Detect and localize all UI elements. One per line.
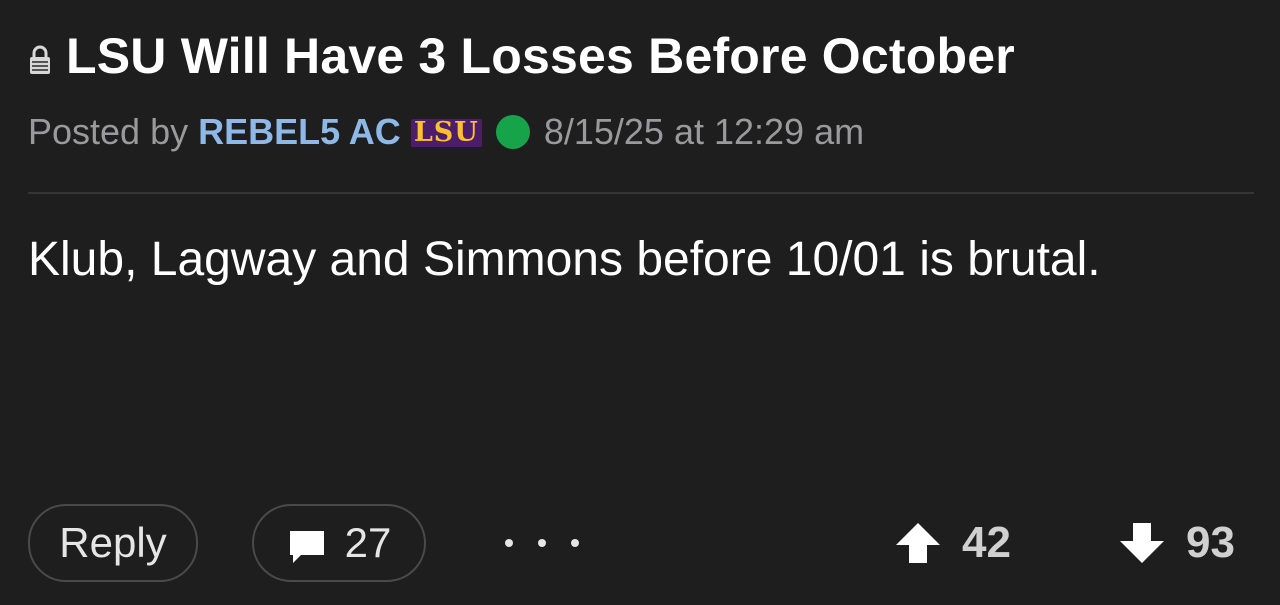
post-meta: Posted by REBEL5 AC LSU 8/15/25 at 12:29… bbox=[28, 108, 864, 156]
arrow-up-icon bbox=[896, 523, 940, 563]
upvote-button[interactable]: 42 bbox=[894, 514, 1011, 572]
comment-icon bbox=[287, 527, 327, 567]
post-card: LSU Will Have 3 Losses Before October Po… bbox=[0, 0, 1280, 605]
reply-button[interactable]: Reply bbox=[28, 504, 198, 582]
post-timestamp: 8/15/25 at 12:29 am bbox=[543, 111, 865, 152]
more-dot-icon bbox=[571, 539, 579, 547]
downvote-count: 93 bbox=[1186, 518, 1235, 567]
more-dot-icon bbox=[538, 539, 546, 547]
team-logo: LSU bbox=[410, 119, 482, 147]
author-username[interactable]: REBEL5 AC bbox=[198, 111, 401, 153]
post-title[interactable]: LSU Will Have 3 Losses Before October bbox=[66, 27, 1015, 85]
comments-button[interactable]: 27 bbox=[252, 504, 426, 582]
arrow-down-icon bbox=[1120, 523, 1164, 563]
divider bbox=[28, 192, 1254, 194]
downvote-button[interactable]: 93 bbox=[1118, 514, 1235, 572]
post-actions: Reply 27 42 93 bbox=[0, 504, 1280, 582]
more-options-button[interactable] bbox=[505, 520, 579, 566]
more-dot-icon bbox=[505, 539, 513, 547]
post-header: LSU Will Have 3 Losses Before October bbox=[28, 28, 1015, 84]
posted-by-label: Posted by bbox=[28, 111, 189, 152]
post-body: Klub, Lagway and Simmons before 10/01 is… bbox=[28, 233, 1101, 286]
lock-icon bbox=[28, 44, 52, 76]
reply-button-label: Reply bbox=[59, 519, 167, 566]
upvote-count: 42 bbox=[962, 518, 1011, 567]
online-status-indicator bbox=[495, 115, 530, 149]
comment-count: 27 bbox=[344, 519, 392, 566]
